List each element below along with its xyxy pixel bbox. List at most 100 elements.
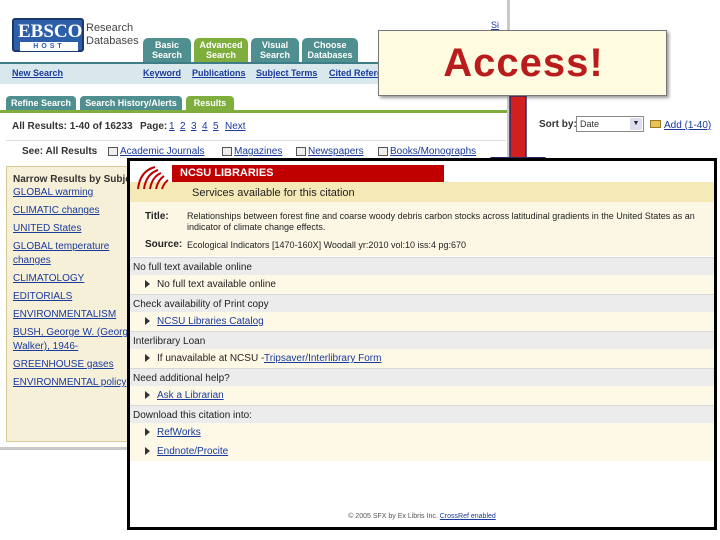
subject-link[interactable]: GREENHOUSE gases [13, 359, 114, 371]
arrow-right-icon [145, 280, 150, 288]
row-catalog: NCSU Libraries Catalog [130, 312, 714, 331]
section-full-text: No full text available online [130, 257, 714, 275]
endnote-procite-link[interactable]: Endnote/Procite [157, 446, 228, 457]
results-count: All Results: 1-40 of 16233 [12, 121, 133, 132]
subject-link[interactable]: CLIMATOLOGY [13, 273, 84, 285]
title-label: Title: [145, 211, 169, 222]
tab-label-1: Choose [313, 40, 347, 50]
folder-icon [650, 120, 661, 128]
page-link-3[interactable]: 3 [191, 121, 197, 132]
new-search-link[interactable]: New Search [12, 68, 63, 78]
no-full-text-label: No full text available online [157, 279, 276, 290]
magazines-link[interactable]: Magazines [234, 146, 282, 157]
row-no-full-text: No full text available online [130, 275, 714, 294]
tab-basic-search[interactable]: Basic Search [143, 38, 191, 62]
row-endnote: Endnote/Procite [130, 442, 714, 461]
narrow-results-sidebar: Narrow Results by Subje GLOBAL warming C… [6, 166, 134, 442]
section-print-copy: Check availability of Print copy [130, 294, 714, 312]
sfx-footer: © 2005 SFX by Ex Libris Inc. CrossRef en… [130, 513, 714, 520]
page-link-5[interactable]: 5 [213, 121, 219, 132]
citation-title-line-2: indicator of climate change effects. [187, 222, 326, 232]
row-refworks: RefWorks [130, 423, 714, 442]
citation-block: Title: Relationships between forest fine… [130, 202, 714, 256]
subtab-underline [0, 110, 507, 113]
row-interlibrary-loan: If unavailable at NCSU - Tripsaver/Inter… [130, 349, 714, 368]
tab-choose-databases[interactable]: Choose Databases [302, 38, 358, 62]
subject-link[interactable]: changes [13, 255, 51, 267]
next-page-link[interactable]: Next [225, 121, 246, 132]
book-icon [378, 147, 388, 156]
books-monographs-link[interactable]: Books/Monographs [390, 146, 476, 157]
arrow-right-icon [145, 354, 150, 362]
row-ask-librarian: Ask a Librarian [130, 386, 714, 405]
arrow-right-icon [145, 391, 150, 399]
section-interlibrary-loan: Interlibrary Loan [130, 331, 714, 349]
ncsu-libraries-brand: NCSU LIBRARIES [180, 167, 274, 179]
tab-label-1: Visual [261, 40, 289, 50]
newspapers-link[interactable]: Newspapers [308, 146, 364, 157]
subject-link[interactable]: GLOBAL temperature [13, 241, 109, 253]
tab-label-1: Advanced [199, 40, 243, 50]
ncsu-catalog-link[interactable]: NCSU Libraries Catalog [157, 316, 264, 327]
ill-prefix-text: If unavailable at NCSU - [157, 353, 265, 364]
page-link-2[interactable]: 2 [180, 121, 186, 132]
page-link-4[interactable]: 4 [202, 121, 208, 132]
add-to-folder-link[interactable]: Add (1-40) [664, 120, 711, 131]
ebsco-logo[interactable]: EBSCO HOST [12, 18, 84, 52]
arrow-right-icon [145, 428, 150, 436]
tab-advanced-search[interactable]: Advanced Search [194, 38, 248, 62]
keyword-link[interactable]: Keyword [143, 68, 181, 78]
tab-label-2: Databases [307, 50, 353, 60]
subject-link[interactable]: BUSH, George W. (George [13, 327, 134, 339]
tripsaver-link[interactable]: Tripsaver/Interlibrary Form [264, 353, 381, 364]
tab-visual-search[interactable]: Visual Search [251, 38, 299, 62]
citation-source: Ecological Indicators [1470-160X] Woodal… [187, 240, 467, 250]
crossref-link[interactable]: CrossRef enabled [440, 513, 496, 520]
chevron-down-icon: ▼ [630, 118, 642, 130]
source-label: Source: [145, 239, 183, 250]
subject-link[interactable]: ENVIRONMENTALISM [13, 309, 116, 321]
brand-line-2: Databases [86, 35, 139, 47]
sfx-copyright: © 2005 SFX by Ex Libris Inc. [348, 513, 438, 520]
tab-search-history[interactable]: Search History/Alerts [80, 96, 182, 110]
newspaper-icon [296, 147, 306, 156]
refworks-link[interactable]: RefWorks [157, 427, 201, 438]
subject-link[interactable]: Walker), 1946- [13, 341, 78, 353]
tab-label-2: Search [151, 50, 183, 60]
subject-link[interactable]: ENVIRONMENTAL policy [13, 377, 126, 389]
section-download-citation: Download this citation into: [130, 405, 714, 423]
subject-link[interactable]: GLOBAL warming [13, 187, 93, 199]
ebsco-logo-host: HOST [20, 42, 78, 51]
tab-label-1: Basic [154, 40, 180, 50]
cited-references-link[interactable]: Cited Refere [329, 68, 382, 78]
ebsco-logo-text: EBSCO [18, 21, 83, 42]
page-label: Page: [140, 121, 168, 132]
arrow-right-icon [145, 447, 150, 455]
research-databases-label: Research Databases [86, 22, 139, 48]
arrow-right-icon [145, 317, 150, 325]
see-all-results: See: All Results [22, 146, 98, 157]
subject-link[interactable]: UNITED States [13, 223, 81, 235]
ask-librarian-link[interactable]: Ask a Librarian [157, 390, 224, 401]
brand-line-1: Research [86, 22, 134, 34]
tab-results[interactable]: Results [186, 96, 234, 110]
subject-link[interactable]: CLIMATIC changes [13, 205, 100, 217]
subject-link[interactable]: EDITORIALS [13, 291, 72, 303]
tab-label-2: Search [205, 50, 237, 60]
narrow-results-heading: Narrow Results by Subje [13, 174, 131, 185]
citation-title-line-1: Relationships between forest fine and co… [187, 211, 695, 221]
academic-journals-link[interactable]: Academic Journals [120, 146, 204, 157]
sign-in-link[interactable]: Si [491, 20, 499, 30]
subject-terms-link[interactable]: Subject Terms [256, 68, 317, 78]
ncsu-libraries-logo-icon [137, 166, 169, 190]
access-callout: Access! [378, 30, 667, 96]
services-heading: Services available for this citation [192, 187, 355, 199]
tab-refine-search[interactable]: Refine Search [6, 96, 76, 110]
page-link-1[interactable]: 1 [169, 121, 175, 132]
sort-select[interactable]: Date ▼ [576, 116, 644, 132]
publications-link[interactable]: Publications [192, 68, 246, 78]
access-callout-text: Access! [443, 41, 604, 85]
magazine-icon [222, 147, 232, 156]
tab-label-2: Search [259, 50, 291, 60]
sfx-services-window: NCSU LIBRARIES Services available for th… [127, 158, 717, 530]
